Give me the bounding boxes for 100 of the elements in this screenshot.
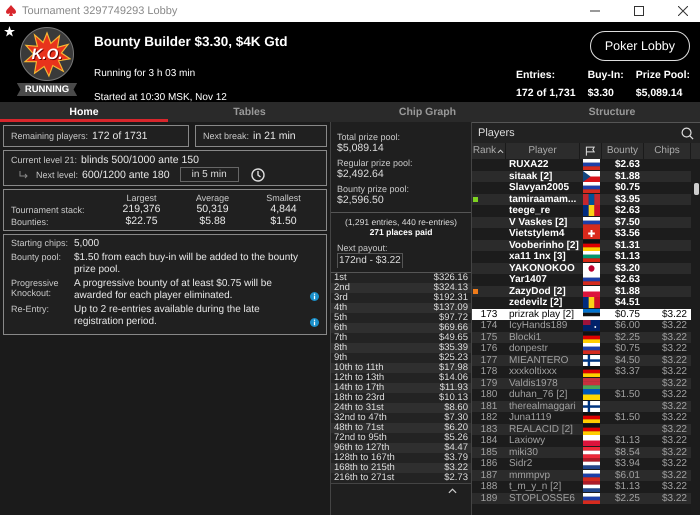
- caret-icon[interactable]: [448, 488, 457, 494]
- tab[interactable]: Home: [0, 102, 168, 122]
- player-row[interactable]: Vooberinho [2] $1.31: [472, 240, 691, 251]
- start-time: Started at 10:30 MSK, Nov 12: [94, 92, 228, 103]
- level-timer: in 5 min: [180, 167, 239, 182]
- player-row[interactable]: 175 Blocki1 $2.25 $3.22: [472, 332, 691, 343]
- player-row[interactable]: ZazyDod [2] $1.88: [472, 286, 691, 297]
- stat-value: 172 of 1,731: [516, 87, 576, 99]
- window-title: Tournament 3297749293 Lobby: [22, 5, 178, 17]
- player-row[interactable]: 187 mmmpvp $6.01 $3.22: [472, 470, 691, 481]
- flag-icon: [582, 389, 600, 400]
- prize-cell: $324.13: [434, 283, 468, 293]
- chips-cell-text: $3.22: [660, 424, 688, 435]
- info-icon[interactable]: [310, 292, 319, 300]
- next-level-value: 600/1200 ante 180: [82, 168, 170, 180]
- player-row[interactable]: tamiraamam... $3.95: [472, 194, 691, 205]
- player-name: sitaak [2]: [508, 170, 554, 182]
- star-icon[interactable]: [4, 26, 15, 37]
- prize-cell: $10.13: [438, 393, 468, 403]
- place-cell: 9th: [334, 353, 348, 363]
- place-cell: 24th to 31st: [334, 403, 384, 413]
- places-paid: 271 places paid: [368, 227, 434, 237]
- player-row[interactable]: V Vaskes [2] $7.50: [472, 216, 691, 228]
- break-value: in 21 min: [253, 130, 296, 142]
- player-name: RUXA22: [508, 159, 550, 170]
- chips-cell-text: $3.22: [660, 470, 688, 481]
- player-row[interactable]: sitaak [2] $1.88: [472, 170, 691, 182]
- flag-icon: [582, 228, 600, 240]
- column-heading: Average: [194, 193, 230, 203]
- player-row[interactable]: 183 REALACID [2] $3.22: [472, 424, 691, 435]
- bounty-cell-text: $1.88: [614, 170, 641, 182]
- player-name: Laxiowy: [508, 435, 546, 446]
- player-name: STOPLOSSE6: [508, 492, 576, 504]
- bounty-cell-text: $1.88: [614, 286, 641, 297]
- info-text: Up to 2 re-entries available during the late registration period.: [74, 304, 261, 328]
- chips-cell-text: $3.22: [660, 378, 688, 389]
- info-text: 5,000: [74, 238, 100, 250]
- player-row[interactable]: YAKONOKOO $3.20: [472, 262, 691, 274]
- player-row[interactable]: 173 prizrak play [2] $0.75 $3.22: [472, 308, 691, 320]
- rank-cell: 182: [480, 412, 498, 424]
- rank-cell: 176: [480, 343, 498, 354]
- stat-value: $3.30: [588, 87, 615, 99]
- player-name: teege_re: [508, 205, 552, 216]
- tab[interactable]: Structure: [524, 102, 700, 122]
- stat-value: 50,319: [195, 203, 230, 215]
- chips-cell-text: $3.22: [660, 458, 688, 470]
- rank-cell: 175: [480, 332, 498, 343]
- bounty-cell-text: $0.75: [614, 343, 641, 354]
- rank-cell: 183: [480, 424, 498, 435]
- place-cell: 7th: [334, 333, 348, 343]
- rank-cell: 174: [480, 320, 498, 332]
- player-row[interactable]: 189 STOPLOSSE6 $2.25 $3.22: [472, 492, 691, 504]
- flag-column-icon[interactable]: [585, 146, 596, 156]
- prize-cell: $69.66: [438, 323, 468, 333]
- stat-value: $1.50: [269, 215, 298, 227]
- close-icon[interactable]: [678, 6, 688, 16]
- chips-cell-text: $3.22: [660, 320, 688, 332]
- stat-label: Prize Pool:: [636, 69, 690, 81]
- spade-icon: [6, 5, 16, 17]
- chips-cell-text: $3.22: [660, 435, 688, 446]
- chips-cell-text: $3.22: [660, 389, 688, 400]
- rank-cell: 186: [480, 458, 498, 470]
- tab[interactable]: Tables: [168, 102, 331, 122]
- info-label: Starting chips:: [11, 238, 70, 250]
- stat-label: Bounties:: [11, 217, 50, 227]
- info-label: Bounty pool:: [11, 252, 62, 264]
- rank-cell: 187: [480, 470, 498, 481]
- poker-lobby-button[interactable]: Poker Lobby: [590, 31, 690, 61]
- player-name: Slavyan2005: [508, 182, 570, 194]
- player-row[interactable]: 185 miki30 $8.54 $3.22: [472, 446, 691, 458]
- search-icon[interactable]: [681, 126, 694, 140]
- bounty-cell-text: $3.94: [614, 458, 641, 470]
- info-icon[interactable]: [310, 318, 319, 326]
- chips-cell-text: $3.22: [660, 412, 688, 424]
- player-name: Juna1119: [508, 412, 552, 424]
- player-name: therealmaggari: [508, 400, 577, 412]
- maximize-icon[interactable]: [634, 6, 644, 16]
- pool-label: Bounty prize pool:: [337, 184, 410, 194]
- tab[interactable]: Chip Graph: [331, 102, 524, 122]
- flag-icon: [582, 400, 600, 412]
- bounty-cell-text: $1.13: [614, 251, 641, 262]
- player-row[interactable]: 181 therealmaggari $3.22: [472, 400, 691, 412]
- bounty-cell-text: $7.50: [614, 216, 641, 228]
- player-name: t_m_y_n [2]: [508, 481, 562, 492]
- next-payout-value: 172nd - $3.22: [337, 253, 403, 268]
- prize-cell: $326.16: [434, 273, 468, 283]
- prize-cell: $6.20: [444, 423, 468, 433]
- place-cell: 2nd: [334, 283, 350, 293]
- prize-cell: $7.30: [444, 413, 468, 423]
- info-label: Progressive Knockout:: [11, 278, 60, 300]
- player-row[interactable]: 179 Valdis1978 $3.22: [472, 378, 691, 389]
- player-name: ZazyDod [2]: [508, 286, 567, 297]
- flag-icon: [582, 366, 600, 378]
- flag-icon: [582, 332, 600, 343]
- player-name: Vooberinho [2]: [508, 240, 580, 251]
- place-cell: 10th to 11th: [334, 363, 384, 373]
- player-row[interactable]: 177 MIEANTERO $4.50 $3.22: [472, 354, 691, 366]
- rank-cell: 181: [480, 400, 498, 412]
- prize-cell: $5.26: [444, 433, 468, 443]
- player-name: IcyHands189: [508, 320, 568, 332]
